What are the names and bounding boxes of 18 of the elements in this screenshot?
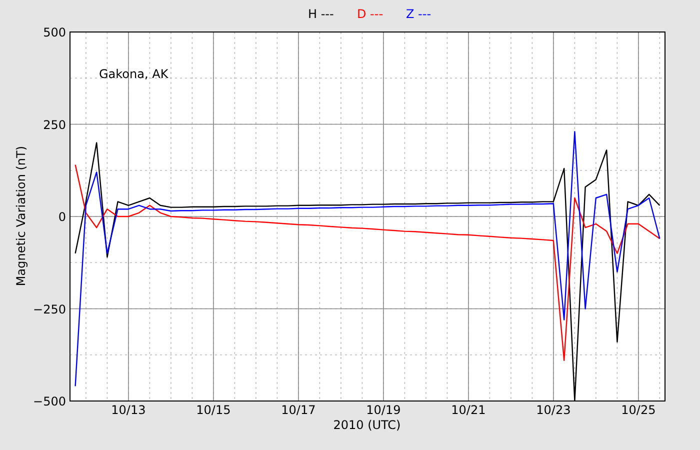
y-tick-label: −250 <box>33 302 66 316</box>
x-tick-label: 10/17 <box>281 403 316 417</box>
y-tick-label: 500 <box>43 26 66 40</box>
x-tick-label: 10/21 <box>451 403 486 417</box>
x-tick-label: 10/25 <box>621 403 656 417</box>
y-tick-label: −500 <box>33 394 66 408</box>
legend-label: Z --- <box>406 7 432 21</box>
legend-label: H --- <box>308 7 334 21</box>
x-tick-label: 10/15 <box>196 403 231 417</box>
y-axis-title: Magnetic Variation (nT) <box>14 146 28 286</box>
x-tick-label: 10/23 <box>536 403 571 417</box>
chart-annotation: Gakona, AK <box>99 67 168 81</box>
y-tick-label: 250 <box>43 118 66 132</box>
x-tick-label: 10/19 <box>366 403 401 417</box>
legend-label: D --- <box>357 7 384 21</box>
y-tick-label: 0 <box>58 210 66 224</box>
x-axis-title: 2010 (UTC) <box>333 418 401 432</box>
x-tick-label: 10/13 <box>111 403 146 417</box>
